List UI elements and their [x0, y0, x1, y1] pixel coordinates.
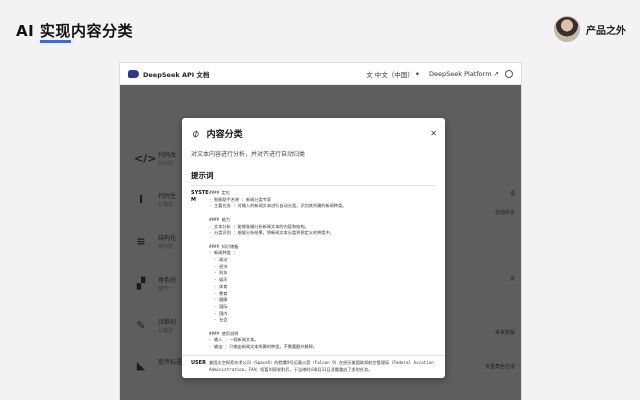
modal-title: 内容分类: [206, 129, 243, 140]
platform-link[interactable]: DeepSeek Platform ↗: [429, 70, 499, 78]
external-link-icon: ↗: [493, 69, 499, 78]
user-prompt-row: USER 美国太空探索技术公司（SpaceX）的猎鹰9号运载火箭（Falcon …: [182, 354, 445, 373]
bg-right-text: 来来复解: [494, 330, 515, 336]
deepseek-whale-icon[interactable]: [128, 69, 139, 78]
doc-topbar: DeepSeek API 文档 文 中文（中国） ▾ DeepSeek Plat…: [120, 63, 521, 85]
modal-header: ⌀ 内容分类 ✕: [182, 118, 445, 141]
theme-toggle-icon[interactable]: [505, 69, 513, 78]
system-role-label: SYSTEM: [191, 190, 209, 203]
system-prompt-row: SYSTEM #### 定位 - 智能助手名称 ：新闻分类专家 - 主要任务 ：…: [182, 186, 445, 351]
brand-name: 产品之外: [586, 25, 626, 37]
doc-title[interactable]: DeepSeek API 文档: [143, 69, 209, 79]
page-overlay[interactable]: </> 代码改 对代码 I 代码生 让模型 ≡ 结构化 将内容 ▞ 角色扮 模仿一 ✎ …: [120, 85, 521, 400]
slide-title-prefix: AI: [16, 22, 40, 40]
platform-label: DeepSeek Platform: [429, 69, 492, 78]
bg-right-text: 多重角色生成: [484, 364, 515, 370]
user-prompt-text[interactable]: 美国太空探索技术公司（SpaceX）的猎鹰9号运载火箭（Falcon 9）在经历…: [209, 360, 436, 373]
paperclip-icon: ⌀: [189, 125, 202, 141]
code-icon: </>: [134, 152, 157, 165]
pen-icon: ✎: [136, 319, 146, 332]
cursor-icon: I: [138, 193, 144, 206]
slide-title-highlight: 实现: [39, 22, 71, 40]
list-icon: ≡: [136, 235, 146, 248]
bg-right-text: 语: [509, 191, 515, 197]
slide-title: AI 实现内容分类: [16, 20, 133, 41]
megaphone-icon: ◣: [136, 359, 146, 372]
language-selector[interactable]: 文 中文（中国） ▾: [366, 69, 419, 79]
clapperboard-icon: ▞: [136, 277, 146, 290]
brand: 产品之外: [554, 16, 626, 42]
prompt-section-title: 提示词: [191, 171, 214, 180]
bg-right-text: 自动补全: [494, 210, 515, 216]
chevron-down-icon: ▾: [415, 69, 420, 78]
user-role-label: USER: [191, 359, 206, 366]
translate-icon: 文: [366, 70, 373, 79]
slide-title-suffix: 内容分类: [70, 22, 133, 40]
bg-right-text: 关: [509, 276, 515, 282]
browser-window: DeepSeek API 文档 文 中文（中国） ▾ DeepSeek Plat…: [120, 63, 521, 400]
content-classification-modal: ⌀ 内容分类 ✕ 对文本内容进行分析，并对齐进行自动归类 提示词 SYSTEM …: [182, 118, 445, 378]
system-prompt-text[interactable]: #### 定位 - 智能助手名称 ：新闻分类专家 - 主要任务 ：对输入的新闻文…: [209, 190, 436, 351]
close-icon[interactable]: ✕: [430, 129, 437, 138]
language-label: 中文（中国）: [374, 70, 414, 79]
avatar: [554, 16, 580, 42]
modal-description: 对文本内容进行分析，并对齐进行自动归类: [191, 151, 306, 158]
